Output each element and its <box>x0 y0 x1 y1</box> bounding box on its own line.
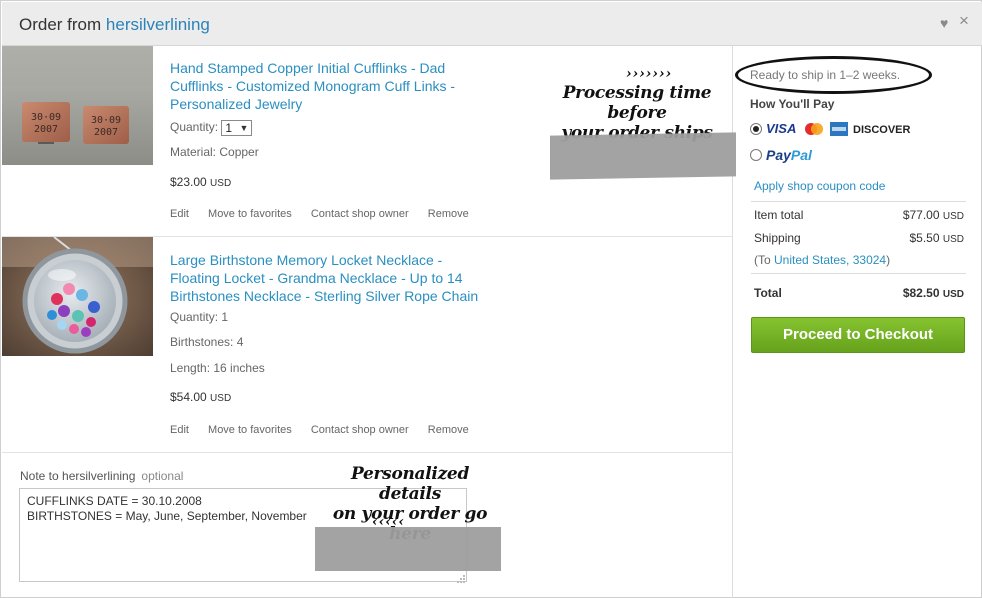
total-value: $82.50 USD <box>903 286 964 300</box>
item-length: Length: 16 inches <box>170 361 265 375</box>
ship-to: (To United States, 33024) <box>754 253 890 267</box>
item-price-currency: USD <box>210 178 232 189</box>
move-to-favorites-link[interactable]: Move to favorites <box>208 424 292 436</box>
paypal-pay: Pay <box>766 147 791 163</box>
note-label: Note to hersilverlining optional <box>20 469 183 483</box>
currency: USD <box>942 211 964 222</box>
locket-thumbnail[interactable] <box>2 237 153 356</box>
item-total-label: Item total <box>754 208 804 222</box>
svg-text:30·09: 30·09 <box>31 112 61 123</box>
amex-icon <box>830 122 848 136</box>
cart-item-locket: Large Birthstone Memory Locket Necklace … <box>2 237 733 453</box>
move-to-favorites-link[interactable]: Move to favorites <box>208 208 292 220</box>
shop-name-link[interactable]: hersilverlining <box>106 15 210 34</box>
item-title-link[interactable]: Large Birthstone Memory Locket Necklace … <box>170 251 490 305</box>
total-row: Total $82.50 USD <box>754 286 964 300</box>
total-amount: $82.50 <box>902 286 940 300</box>
resize-handle-icon[interactable] <box>456 571 466 583</box>
visa-logo: VISA <box>766 121 797 136</box>
quantity-label: Quantity: <box>170 120 219 135</box>
svg-text:30·09: 30·09 <box>91 115 121 126</box>
currency: USD <box>942 234 964 245</box>
item-birthstones: Birthstones: 4 <box>170 335 244 349</box>
paypal-logo: PayPal <box>766 148 812 162</box>
dialog-header: Order from hersilverlining ♥ × <box>2 2 982 46</box>
item-price-currency: USD <box>210 393 232 404</box>
masking-tape <box>550 132 736 180</box>
item-price: $23.00 USD <box>170 175 231 189</box>
apply-coupon-link[interactable]: Apply shop coupon code <box>754 179 885 193</box>
shipping-row: Shipping $5.50 USD <box>754 231 964 245</box>
item-price-value: $54.00 <box>170 390 207 404</box>
item-quantity: Quantity: 1 <box>170 310 229 324</box>
how-you-pay-heading: How You'll Pay <box>750 97 835 111</box>
pay-card-radio[interactable] <box>750 123 762 135</box>
shipping-value: $5.50 USD <box>910 231 965 245</box>
divider <box>751 273 966 274</box>
note-optional: optional <box>141 469 184 483</box>
ship-to-close: ) <box>886 253 891 267</box>
remove-link[interactable]: Remove <box>428 208 469 220</box>
item-actions: Edit Move to favorites Contact shop owne… <box>170 424 485 436</box>
title-prefix: Order from <box>19 15 102 34</box>
item-price: $54.00 USD <box>170 390 231 404</box>
item-price-value: $23.00 <box>170 175 207 189</box>
pay-paypal-radio[interactable] <box>750 149 762 161</box>
svg-text:2007: 2007 <box>34 124 58 135</box>
chevron-down-icon: ▼ <box>239 123 249 133</box>
cufflinks-thumbnail[interactable]: 30·09 2007 30·09 2007 <box>2 46 153 165</box>
item-actions: Edit Move to favorites Contact shop owne… <box>170 208 485 220</box>
heart-icon[interactable]: ♥ <box>940 15 948 31</box>
quantity-value: 1 <box>225 121 233 135</box>
total-label: Total <box>754 286 782 300</box>
shipping-amount: $5.50 <box>909 231 940 245</box>
item-total-row: Item total $77.00 USD <box>754 208 964 222</box>
order-dialog: Order from hersilverlining ♥ × 30·09 200… <box>0 0 982 598</box>
item-material: Material: Copper <box>170 145 259 159</box>
contact-shop-owner-link[interactable]: Contact shop owner <box>311 208 409 220</box>
divider <box>751 201 966 202</box>
close-icon[interactable]: × <box>959 12 969 29</box>
ship-to-destination-link[interactable]: United States, 33024 <box>774 253 886 267</box>
edit-link[interactable]: Edit <box>170 424 189 436</box>
masking-tape <box>315 527 501 571</box>
shipping-label: Shipping <box>754 231 801 245</box>
mastercard-icon <box>803 122 825 136</box>
note-label-text: Note to hersilverlining <box>20 469 136 483</box>
currency: USD <box>942 289 964 300</box>
proceed-to-checkout-button[interactable]: Proceed to Checkout <box>751 317 965 353</box>
ready-to-ship-text: Ready to ship in 1–2 weeks. <box>750 68 901 82</box>
processing-arrows: ››››››› <box>626 66 673 82</box>
remove-link[interactable]: Remove <box>428 424 469 436</box>
item-title-link[interactable]: Hand Stamped Copper Initial Cufflinks - … <box>170 59 470 113</box>
item-total-value: $77.00 USD <box>903 208 964 222</box>
quantity-select[interactable]: 1 ▼ <box>221 120 253 136</box>
paypal-pal: Pal <box>790 147 812 163</box>
ship-to-open: (To <box>754 253 775 267</box>
discover-logo: DISCOVER <box>853 124 911 136</box>
contact-shop-owner-link[interactable]: Contact shop owner <box>311 424 409 436</box>
edit-link[interactable]: Edit <box>170 208 189 220</box>
item-total-amount: $77.00 <box>902 208 940 222</box>
cart-items: 30·09 2007 30·09 2007 Hand Stamped Coppe… <box>2 46 736 598</box>
svg-text:2007: 2007 <box>94 127 118 138</box>
order-summary: Ready to ship in 1–2 weeks. How You'll P… <box>734 46 982 598</box>
quantity-row: Quantity: 1 ▼ <box>170 120 253 136</box>
dialog-title: Order from hersilverlining <box>19 15 210 35</box>
